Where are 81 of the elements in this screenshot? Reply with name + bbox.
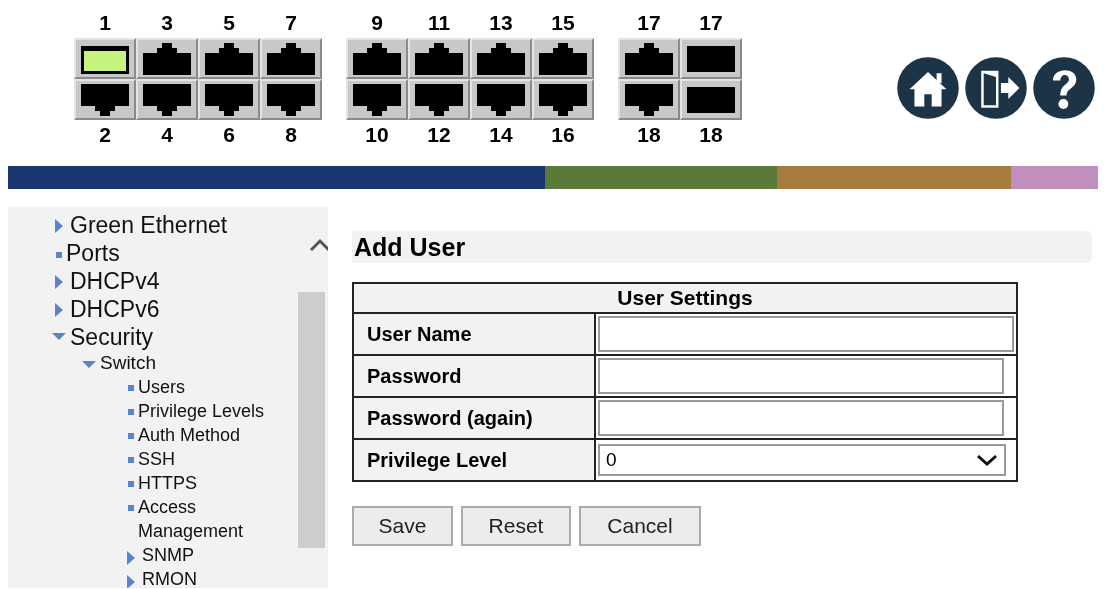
port-socket[interactable] (680, 38, 742, 79)
sidebar-item[interactable]: Ports (66, 239, 120, 267)
port-socket[interactable] (260, 79, 322, 120)
port-number: 18 (698, 122, 724, 148)
port-socket[interactable] (408, 79, 470, 120)
sidebar-item[interactable]: Switch (100, 351, 156, 375)
page-heading: Add User (352, 231, 1092, 263)
port-number: 2 (98, 122, 112, 148)
sidebar-item[interactable]: DHCPv6 (70, 295, 160, 323)
port-number: 10 (364, 122, 390, 148)
port-number: 4 (160, 122, 174, 148)
dropdown-value: 0 (606, 447, 617, 472)
port-number: 18 (636, 122, 662, 148)
form-button[interactable]: Reset (461, 506, 571, 546)
port-number: 3 (160, 10, 174, 36)
port-socket[interactable] (198, 79, 260, 120)
port-socket[interactable] (470, 38, 532, 79)
password-field[interactable] (598, 400, 1004, 436)
port-socket[interactable] (346, 79, 408, 120)
port-number: 9 (370, 10, 384, 36)
sidebar-item[interactable]: Users (138, 375, 298, 399)
port-socket[interactable] (260, 38, 322, 79)
sidebar-item[interactable]: Access Management (138, 495, 298, 543)
table-header: User Settings (353, 283, 1017, 313)
bullet-icon (56, 252, 62, 258)
port-number: 13 (488, 10, 514, 36)
port-socket[interactable] (136, 38, 198, 79)
port-socket[interactable] (136, 79, 198, 120)
scrollbar-thumb[interactable] (298, 292, 325, 548)
port-socket[interactable] (74, 79, 136, 120)
sidebar-item[interactable]: DHCPv4 (70, 267, 160, 295)
port-socket[interactable] (408, 38, 470, 79)
port-socket[interactable] (680, 79, 742, 120)
port-number: 16 (550, 122, 576, 148)
chevron-down-icon (976, 453, 998, 467)
bullet-icon (128, 385, 134, 391)
port-number: 17 (636, 10, 662, 36)
sidebar-item[interactable]: SSH (138, 447, 298, 471)
sidebar-item[interactable]: Security (70, 323, 154, 351)
port-socket[interactable] (532, 38, 594, 79)
sidebar-item[interactable]: RMON (142, 567, 302, 588)
sidebar-item[interactable]: Green Ethernet (70, 211, 228, 239)
bullet-icon (128, 433, 134, 439)
port-number: 14 (488, 122, 514, 148)
bullet-icon (128, 409, 134, 415)
port-socket[interactable] (346, 38, 408, 79)
port-number: 12 (426, 122, 452, 148)
port-socket[interactable] (198, 38, 260, 79)
username-field[interactable] (598, 316, 1014, 352)
port-socket[interactable] (618, 38, 680, 79)
port-socket[interactable] (74, 38, 136, 79)
port-socket[interactable] (532, 79, 594, 120)
port-number: 11 (426, 10, 452, 36)
password-field[interactable] (598, 358, 1004, 394)
field-label: Password (353, 355, 595, 397)
help-icon[interactable] (1032, 56, 1096, 120)
sidebar-item[interactable]: Auth Method (138, 423, 298, 447)
field-label: Password (again) (353, 397, 595, 439)
door-exit-icon[interactable] (964, 56, 1028, 120)
home-icon[interactable] (896, 56, 960, 120)
port-number: 5 (222, 10, 236, 36)
bullet-icon (128, 457, 134, 463)
port-socket[interactable] (470, 79, 532, 120)
scroll-up-icon[interactable] (308, 237, 328, 253)
form-button[interactable]: Save (352, 506, 453, 546)
bullet-icon (128, 505, 134, 511)
port-socket[interactable] (618, 79, 680, 120)
sidebar-item[interactable]: Privilege Levels (138, 399, 298, 423)
form-button[interactable]: Cancel (579, 506, 701, 546)
field-label: User Name (353, 313, 595, 355)
port-number: 6 (222, 122, 236, 148)
sidebar-item[interactable]: SNMP (142, 543, 302, 567)
port-number: 15 (550, 10, 576, 36)
port-number: 7 (284, 10, 298, 36)
privilege-dropdown[interactable]: 0 (598, 444, 1006, 476)
bullet-icon (128, 481, 134, 487)
field-label: Privilege Level (353, 439, 595, 481)
port-number: 1 (98, 10, 112, 36)
port-number: 8 (284, 122, 298, 148)
sidebar-item[interactable]: HTTPS (138, 471, 298, 495)
port-number: 17 (698, 10, 724, 36)
